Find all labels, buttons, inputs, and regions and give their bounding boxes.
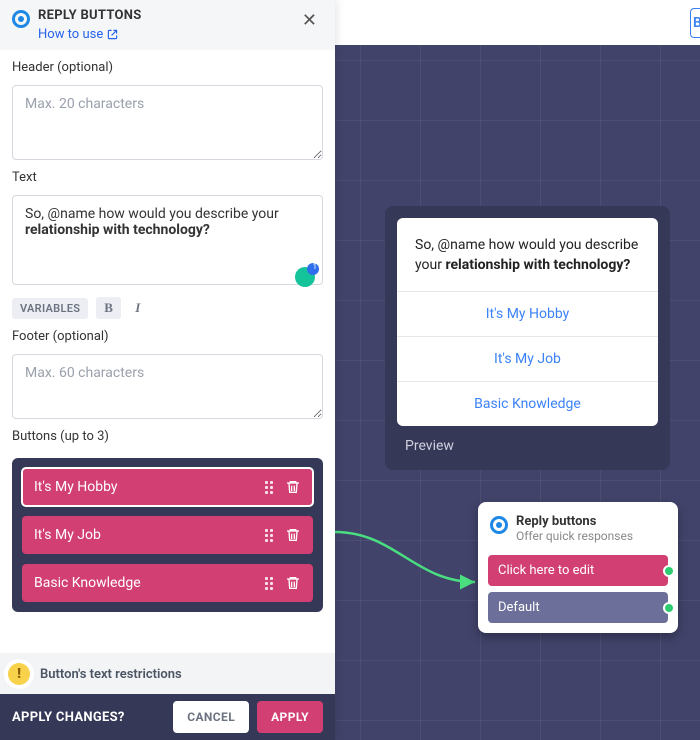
buttons-label: Buttons (up to 3) — [12, 429, 323, 444]
preview-button: It's My Job — [397, 336, 658, 381]
text-input[interactable]: So, @name how would you describe your re… — [12, 195, 323, 285]
preview-card: So, @name how would you describe your re… — [385, 206, 670, 470]
preview-text: So, @name how would you describe your re… — [397, 218, 658, 291]
apply-bar: APPLY CHANGES? CANCEL APPLY — [0, 694, 335, 740]
preview-button: It's My Hobby — [397, 291, 658, 336]
close-button[interactable]: ✕ — [296, 8, 323, 33]
sidebar-header: REPLY BUTTONS How to use ✕ — [0, 0, 335, 50]
preview-button: Basic Knowledge — [397, 381, 658, 426]
text-toolbar: VARIABLES B I — [12, 297, 323, 319]
button-item-label: Basic Knowledge — [34, 575, 141, 591]
preview-text-bold: relationship with technology? — [445, 257, 630, 273]
text-label: Text — [12, 170, 323, 185]
italic-button[interactable]: I — [129, 297, 146, 319]
trash-icon[interactable] — [285, 479, 301, 495]
preview-label: Preview — [397, 426, 658, 458]
warning-icon: ! — [8, 663, 30, 685]
top-button-fragment[interactable]: B — [690, 8, 700, 38]
variables-button[interactable]: VARIABLES — [12, 298, 88, 319]
header-label: Header (optional) — [12, 60, 323, 75]
sidebar-title: REPLY BUTTONS — [38, 8, 142, 23]
button-item[interactable]: It's My Job — [22, 516, 313, 554]
node-subtitle: Offer quick responses — [516, 529, 633, 543]
text-bold: relationship with technology? — [25, 222, 210, 238]
footer-label: Footer (optional) — [12, 329, 323, 344]
grammarly-count: 1 — [313, 262, 318, 271]
footer-input[interactable] — [12, 354, 323, 419]
node-title: Reply buttons — [516, 514, 633, 529]
node-default-label: Default — [498, 600, 540, 615]
warning-text: Button's text restrictions — [40, 667, 182, 682]
external-link-icon — [107, 29, 118, 40]
apply-question: APPLY CHANGES? — [12, 710, 125, 725]
apply-button[interactable]: APPLY — [257, 701, 323, 733]
drag-handle-icon[interactable] — [265, 529, 275, 542]
trash-icon[interactable] — [285, 527, 301, 543]
button-item[interactable]: Basic Knowledge — [22, 564, 313, 602]
reply-buttons-icon — [12, 10, 30, 28]
buttons-list: It's My Hobby It's My Job Basic Knowledg… — [12, 458, 323, 612]
reply-buttons-icon — [490, 516, 508, 534]
button-item-label: It's My Hobby — [34, 479, 118, 495]
node-edit-item[interactable]: Click here to edit — [488, 555, 668, 586]
connector-line — [335, 500, 495, 600]
drag-handle-icon[interactable] — [265, 481, 275, 494]
header-input[interactable] — [12, 85, 323, 160]
editor-sidebar: REPLY BUTTONS How to use ✕ Header (optio… — [0, 0, 335, 740]
grammarly-icon[interactable]: 1 — [295, 267, 315, 287]
output-port[interactable] — [663, 565, 675, 577]
how-to-use-link[interactable]: How to use — [38, 27, 118, 42]
node-default-item[interactable]: Default — [488, 592, 668, 623]
button-item[interactable]: It's My Hobby — [22, 468, 313, 506]
text-plain: So, @name how would you describe your — [25, 206, 282, 222]
cancel-button[interactable]: CANCEL — [173, 701, 249, 733]
drag-handle-icon[interactable] — [265, 577, 275, 590]
button-item-label: It's My Job — [34, 527, 101, 543]
node-edit-label: Click here to edit — [498, 563, 594, 578]
node-reply-buttons[interactable]: Reply buttons Offer quick responses Clic… — [478, 502, 678, 633]
bold-button[interactable]: B — [96, 297, 121, 319]
how-to-use-label: How to use — [38, 27, 103, 42]
warning-strip[interactable]: ! Button's text restrictions — [0, 653, 335, 695]
trash-icon[interactable] — [285, 575, 301, 591]
output-port[interactable] — [663, 602, 675, 614]
